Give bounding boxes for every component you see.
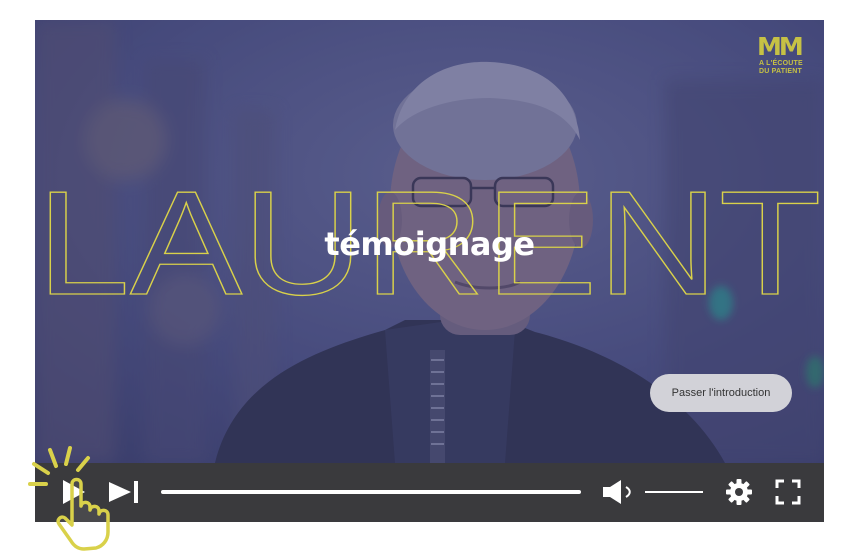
volume-icon[interactable] — [601, 478, 641, 506]
hand-pointer-icon — [26, 440, 136, 552]
video-player[interactable]: LAURENT témoignage MM A L'ÉCOUTE DU PATI… — [35, 20, 824, 522]
skip-intro-button[interactable]: Passer l'introduction — [650, 374, 792, 412]
logo-mark: MM — [757, 32, 804, 61]
video-frame[interactable]: LAURENT témoignage MM A L'ÉCOUTE DU PATI… — [35, 20, 824, 463]
logo-line-1: A L'ÉCOUTE — [759, 60, 803, 67]
gear-icon[interactable] — [725, 478, 753, 506]
logo-line-2: DU PATIENT — [759, 68, 802, 75]
brand-logo: MM A L'ÉCOUTE DU PATIENT — [757, 34, 811, 96]
progress-timeline[interactable] — [161, 487, 581, 497]
control-bar — [35, 463, 824, 522]
volume-slider[interactable] — [645, 487, 703, 497]
volume-track — [645, 491, 703, 493]
testimony-subtitle: témoignage — [324, 225, 535, 263]
fullscreen-icon[interactable] — [775, 479, 801, 505]
progress-track — [161, 490, 581, 494]
